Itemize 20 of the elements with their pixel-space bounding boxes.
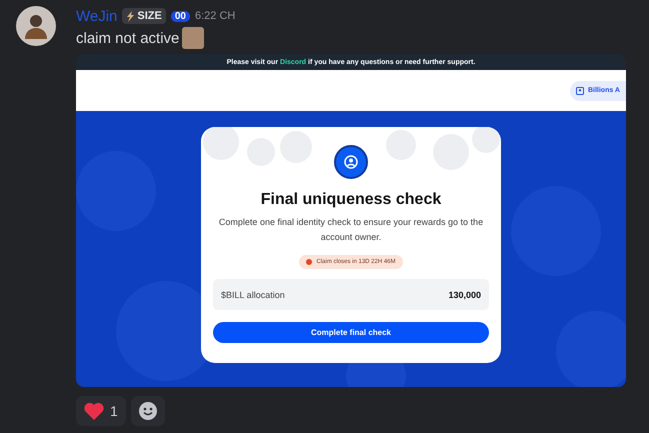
user-avatar[interactable] bbox=[16, 6, 56, 46]
smiley-icon bbox=[138, 402, 157, 420]
id-card-icon bbox=[576, 86, 584, 94]
emoji-placeholder bbox=[182, 27, 204, 49]
lightning-icon bbox=[126, 10, 136, 22]
complete-check-button[interactable]: Complete final check bbox=[213, 322, 489, 343]
message-text: claim not active bbox=[76, 30, 180, 46]
user-icon bbox=[334, 145, 368, 179]
avatar-silhouette-icon bbox=[24, 13, 48, 39]
card-description: Complete one final identity check to ensure your rewards go to the account owner. bbox=[218, 216, 484, 244]
add-reaction-button[interactable] bbox=[130, 396, 165, 426]
allocation-value: 130,000 bbox=[448, 290, 481, 300]
message-time: 6:22 CH bbox=[194, 10, 236, 22]
server-tag[interactable]: SIZE bbox=[122, 8, 166, 24]
heart-icon bbox=[84, 402, 104, 420]
allocation-label: $BILL allocation bbox=[221, 290, 285, 300]
heart-reaction[interactable]: 1 bbox=[76, 396, 126, 426]
card-title: Final uniqueness check bbox=[260, 191, 442, 209]
alert-icon bbox=[306, 259, 312, 265]
role-badge: 00 bbox=[170, 10, 190, 22]
